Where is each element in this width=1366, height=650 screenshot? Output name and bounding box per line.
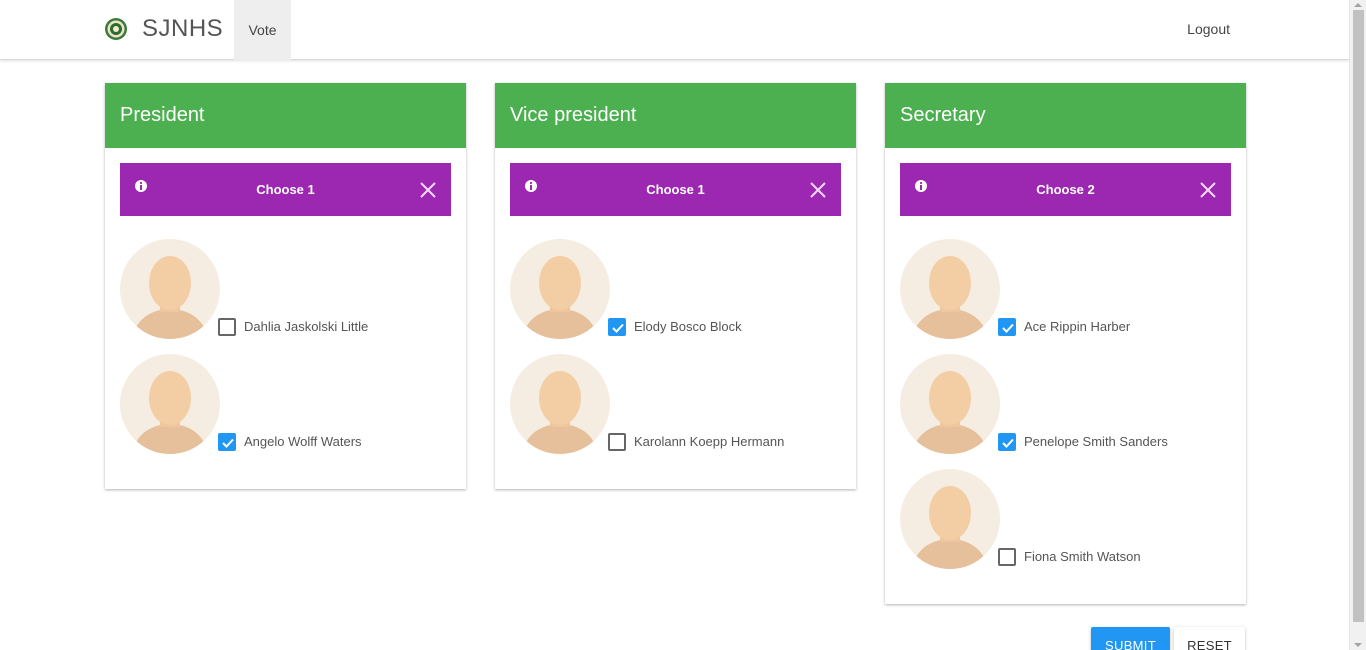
brand[interactable]: SJNHS [104,0,223,58]
alert-text: Choose 1 [646,182,705,197]
candidate-item: Karolann Koepp Hermann [510,354,841,469]
brand-name: SJNHS [142,15,224,42]
avatar [120,239,220,339]
candidate-name[interactable]: Angelo Wolff Waters [244,434,362,449]
info-icon [525,180,537,192]
avatar [510,239,610,339]
candidate-checkbox-checked[interactable] [218,433,236,451]
candidate-checkbox[interactable] [998,548,1016,566]
choose-alert: Choose 1 [120,163,451,216]
reset-button[interactable]: RESET [1174,627,1245,650]
school-seal-icon [105,18,127,40]
close-icon[interactable] [419,181,437,199]
avatar [900,354,1000,454]
candidate-checkbox-checked[interactable] [998,318,1016,336]
candidate-checkbox[interactable] [608,433,626,451]
candidate-item: Angelo Wolff Waters [120,354,451,469]
candidate-item: Penelope Smith Sanders [900,354,1231,469]
candidate-item: Fiona Smith Watson [900,469,1231,584]
submit-button[interactable]: SUBMIT [1091,627,1170,650]
candidate-name[interactable]: Ace Rippin Harber [1024,319,1130,334]
nav-item-vote[interactable]: Vote [234,0,291,60]
position-title: Secretary [885,83,1246,148]
candidate-name[interactable]: Dahlia Jaskolski Little [244,319,368,334]
position-card-secretary: Secretary Choose 2 Ace Rippin Harber Pen… [885,83,1246,604]
candidate-name[interactable]: Fiona Smith Watson [1024,549,1141,564]
candidate-checkbox-checked[interactable] [608,318,626,336]
checkmark-icon [1002,438,1014,448]
alert-text: Choose 2 [1036,182,1095,197]
scroll-thumb[interactable] [1353,10,1364,622]
avatar [510,354,610,454]
checkmark-icon [222,438,234,448]
candidate-checkbox-checked[interactable] [998,433,1016,451]
avatar [900,469,1000,569]
candidate-checkbox[interactable] [218,318,236,336]
candidate-item: Dahlia Jaskolski Little [120,239,451,354]
scroll-up-arrow-icon[interactable] [1354,3,1362,7]
alert-text: Choose 1 [256,182,315,197]
candidate-name[interactable]: Karolann Koepp Hermann [634,434,784,449]
logout-link[interactable]: Logout [1187,0,1230,58]
close-icon[interactable] [809,181,827,199]
position-card-vice-president: Vice president Choose 1 Elody Bosco Bloc… [495,83,856,489]
page-scrollbar[interactable] [1349,0,1366,650]
close-icon[interactable] [1199,181,1217,199]
info-icon [135,180,147,192]
top-navbar: SJNHS Vote Logout [0,0,1349,60]
checkmark-icon [1002,323,1014,333]
candidate-item: Ace Rippin Harber [900,239,1231,354]
avatar [120,354,220,454]
scroll-down-arrow-icon[interactable] [1354,643,1362,647]
checkmark-icon [612,323,624,333]
candidate-name[interactable]: Elody Bosco Block [634,319,742,334]
candidate-name[interactable]: Penelope Smith Sanders [1024,434,1168,449]
info-icon [915,180,927,192]
candidate-item: Elody Bosco Block [510,239,841,354]
choose-alert: Choose 1 [510,163,841,216]
position-title: President [105,83,466,148]
position-card-president: President Choose 1 Dahlia Jaskolski Litt… [105,83,466,489]
avatar [900,239,1000,339]
choose-alert: Choose 2 [900,163,1231,216]
position-title: Vice president [495,83,856,148]
